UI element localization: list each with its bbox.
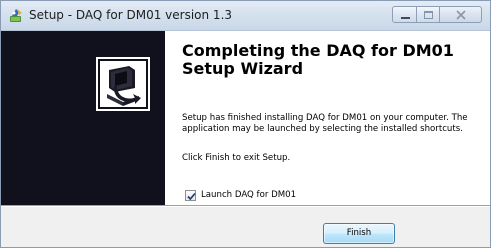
- minimize-button[interactable]: [392, 6, 417, 23]
- completion-message: Setup has finished installing DAQ for DM…: [182, 113, 468, 134]
- maximize-button[interactable]: [417, 6, 440, 23]
- page-title: Completing the DAQ for DM01 Setup Wizard: [182, 41, 454, 78]
- wizard-banner: [1, 31, 165, 205]
- setup-wizard-window: Setup - DAQ for DM01 version 1.3 Complet…: [0, 0, 491, 248]
- setup-installer-icon: [8, 7, 24, 23]
- finish-button[interactable]: Finish: [323, 223, 395, 244]
- launch-option[interactable]: Launch DAQ for DM01: [185, 188, 296, 202]
- close-button[interactable]: [440, 6, 482, 23]
- installer-computer-logo-icon: [95, 56, 151, 112]
- button-bar: Finish: [1, 207, 490, 247]
- wizard-content: Completing the DAQ for DM01 Setup Wizard…: [165, 31, 490, 205]
- launch-checkbox[interactable]: [185, 189, 196, 201]
- launch-checkbox-label[interactable]: Launch DAQ for DM01: [201, 190, 296, 200]
- window-title: Setup - DAQ for DM01 version 1.3: [29, 8, 233, 22]
- window-controls: [392, 6, 482, 25]
- title-bar[interactable]: Setup - DAQ for DM01 version 1.3: [1, 1, 490, 31]
- exit-instruction: Click Finish to exit Setup.: [182, 153, 291, 163]
